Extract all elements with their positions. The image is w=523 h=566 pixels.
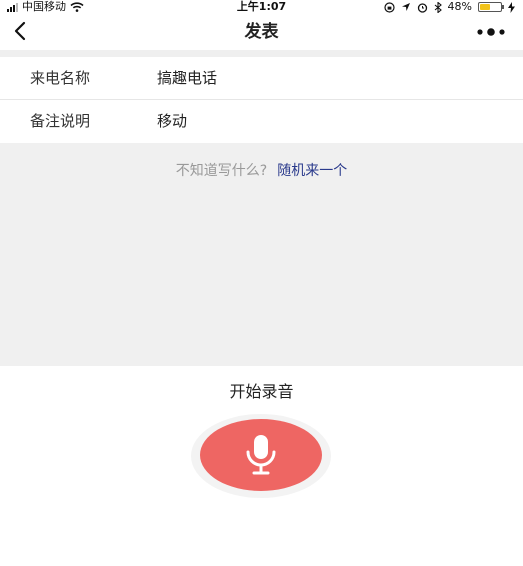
lock-rotation-icon (383, 1, 395, 13)
caller-name-field[interactable]: 搞趣电话 (157, 57, 217, 99)
more-dots-icon[interactable] (475, 22, 509, 42)
bluetooth-icon (434, 1, 442, 13)
form-row-remark[interactable]: 备注说明 移动 (0, 100, 523, 142)
battery-percent: 48% (447, 0, 472, 13)
alarm-icon (417, 2, 427, 13)
status-bar: 中国移动 上午1:07 48% (0, 0, 523, 14)
status-right: 48% (383, 0, 515, 14)
record-button[interactable] (200, 419, 322, 491)
content-area[interactable]: 不知道写什么? 随机来一个 (0, 143, 523, 366)
random-link[interactable]: 随机来一个 (277, 163, 347, 179)
record-label: 开始录音 (229, 382, 294, 401)
nav-bar: 发表 (0, 14, 523, 50)
hint-question: 不知道写什么? (175, 163, 268, 179)
remark-field[interactable]: 移动 (157, 100, 187, 142)
form-row-label: 备注说明 (30, 112, 91, 130)
form-row-caller-name[interactable]: 来电名称 搞趣电话 (0, 57, 523, 100)
microphone-icon (246, 435, 276, 475)
battery-icon (478, 2, 504, 12)
charging-icon (508, 1, 515, 13)
page-title: 发表 (244, 22, 279, 42)
hint-line: 不知道写什么? 随机来一个 (0, 160, 523, 180)
location-icon (401, 3, 410, 11)
form-row-label: 来电名称 (30, 69, 91, 87)
section-divider (0, 50, 523, 57)
